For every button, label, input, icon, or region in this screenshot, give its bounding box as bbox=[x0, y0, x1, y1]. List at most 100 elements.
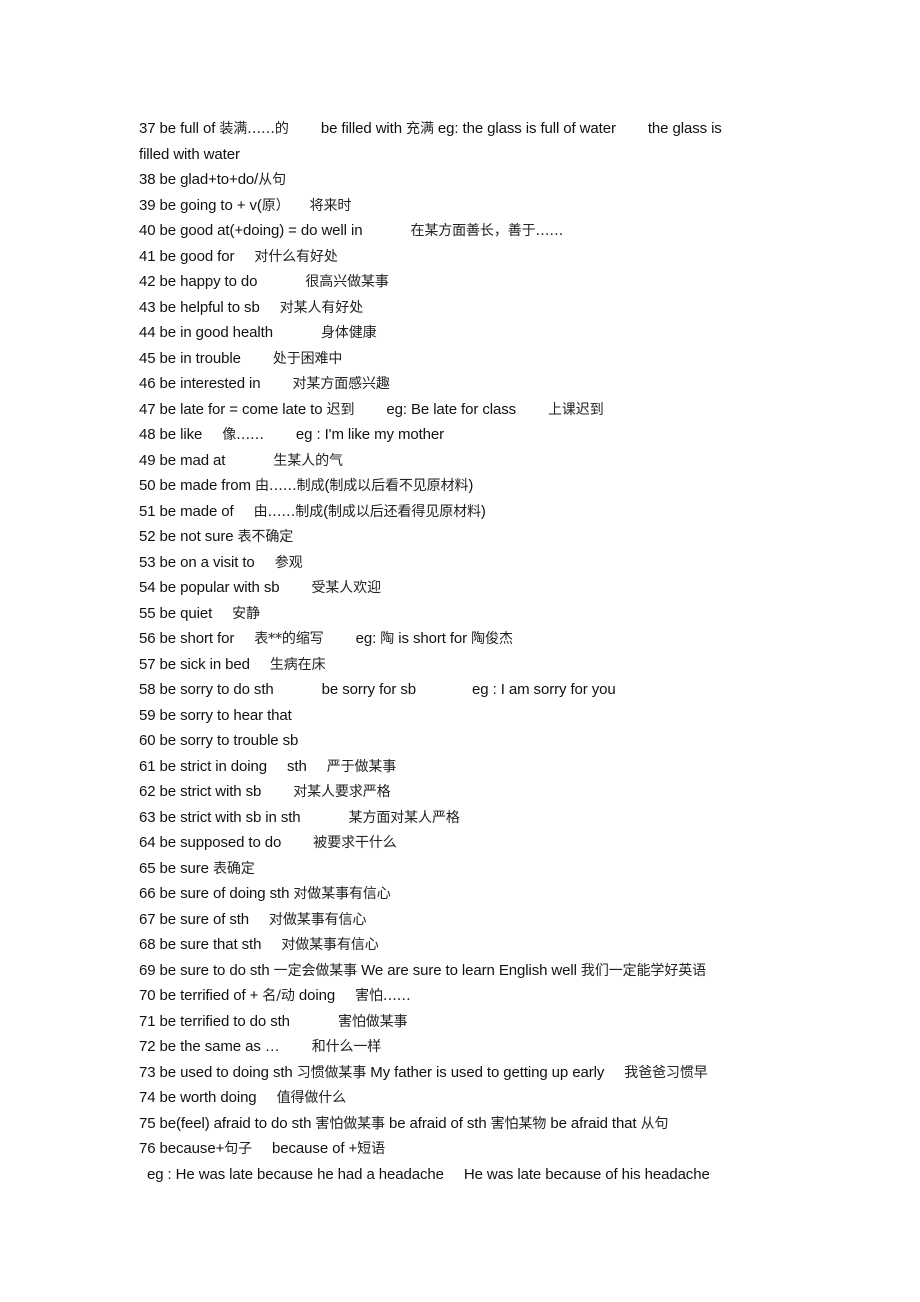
phrase-text: 38 be glad+to+do/ bbox=[139, 171, 259, 188]
phrase-meaning: 在某方面善长，善于…… bbox=[410, 223, 564, 239]
phrase-text: 61 be strict in doing bbox=[139, 757, 267, 775]
example-text: eg : I'm like my mother bbox=[295, 426, 445, 443]
phrase-meaning: 某方面对某人严格 bbox=[348, 809, 460, 826]
phrase-text: 42 be happy to do bbox=[139, 273, 258, 290]
example-text: eg : He was late because he had a headac… bbox=[147, 1165, 444, 1183]
phrase-meaning: 一定会做某事 bbox=[273, 962, 358, 979]
phrase-text: 39 be going to + v( bbox=[139, 196, 262, 214]
phrase-entry-68: 68 be sure that sth 对做某事有信心 bbox=[139, 932, 799, 958]
example-line: eg : He was late because he had a headac… bbox=[139, 1162, 799, 1188]
phrase-text: 73 be used to doing sth bbox=[139, 1063, 297, 1081]
phrase-meaning: 安静 bbox=[232, 605, 260, 622]
phrase-entry-71: 71 be terrified to do sth 害怕做某事 bbox=[139, 1009, 799, 1035]
phrase-entry-50: 50 be made from 由……制成(制成以后看不见原材料) bbox=[139, 473, 799, 499]
phrase-meaning: 害怕…… bbox=[355, 988, 411, 1004]
phrase-meaning: 参观 bbox=[274, 554, 303, 571]
phrase-meaning: 表不确定 bbox=[237, 529, 294, 545]
example-text: eg: the glass is full of water bbox=[433, 120, 616, 137]
phrase-entry-70: 70 be terrified of + 名/动 doing 害怕…… bbox=[139, 983, 799, 1009]
example-text: the glass is bbox=[647, 120, 722, 137]
phrase-meaning: 表**的缩写 bbox=[254, 631, 324, 647]
phrase-text: 53 be on a visit to bbox=[139, 553, 255, 571]
phrase-meaning: 原） bbox=[261, 197, 290, 214]
phrase-entry-37-continuation: filled with water bbox=[139, 142, 799, 168]
phrase-entry-48: 48 be like 像…… eg : I'm like my mother bbox=[139, 422, 799, 448]
document-page: 37 be full of 装满……的 be filled with 充满 eg:… bbox=[139, 116, 799, 1187]
phrase-meaning: 值得做什么 bbox=[276, 1090, 347, 1106]
phrase-meaning: 从句 bbox=[258, 172, 287, 188]
phrase-entry-73: 73 be used to doing sth 习惯做某事 My father … bbox=[139, 1060, 799, 1086]
phrase-meaning: 表确定 bbox=[212, 860, 255, 877]
phrase-meaning: 身体健康 bbox=[320, 325, 377, 341]
phrase-meaning: 习惯做某事 bbox=[296, 1064, 367, 1081]
phrase-text: 47 be late for = come late to bbox=[139, 400, 327, 418]
phrase-entry-46: 46 be interested in 对某方面感兴趣 bbox=[139, 371, 799, 397]
phrase-entry-64: 64 be supposed to do 被要求干什么 bbox=[139, 830, 799, 856]
phrase-text: 69 be sure to do sth bbox=[139, 961, 274, 979]
phrase-text: 65 be sure bbox=[139, 859, 213, 877]
phrase-entry-52: 52 be not sure 表不确定 bbox=[139, 524, 799, 550]
phrase-text: 37 be full of bbox=[139, 120, 220, 137]
phrase-text: 54 be popular with sb bbox=[139, 579, 280, 596]
example-text: 陶俊杰 bbox=[471, 631, 513, 647]
phrase-note: 名/动 bbox=[262, 988, 295, 1004]
phrase-text: be filled with bbox=[320, 120, 407, 137]
phrase-meaning: 害怕某物 bbox=[490, 1115, 547, 1132]
phrase-text: 55 be quiet bbox=[139, 604, 213, 622]
phrase-meaning: 对某人要求严格 bbox=[293, 784, 391, 800]
phrase-text: 41 be good for bbox=[139, 247, 235, 265]
phrase-meaning: 对做某事有信心 bbox=[281, 937, 379, 953]
phrase-text: sth bbox=[286, 757, 307, 775]
example-text: eg : I am sorry for you bbox=[472, 681, 616, 698]
phrase-entry-44: 44 be in good health 身体健康 bbox=[139, 320, 799, 346]
phrase-entry-65: 65 be sure 表确定 bbox=[139, 856, 799, 882]
phrase-meaning: 对做某事有信心 bbox=[293, 886, 391, 902]
phrase-text: 45 be in trouble bbox=[139, 349, 241, 367]
phrase-meaning: 生病在床 bbox=[269, 656, 326, 673]
phrase-entry-54: 54 be popular with sb 受某人欢迎 bbox=[139, 575, 799, 601]
example-text: eg: bbox=[355, 630, 381, 647]
phrase-entry-63: 63 be strict with sb in sth 某方面对某人严格 bbox=[139, 805, 799, 831]
phrase-note: 制成以后看不见原材料 bbox=[329, 478, 469, 494]
phrase-entry-49: 49 be mad at 生某人的气 bbox=[139, 448, 799, 474]
phrase-entry-43: 43 be helpful to sb 对某人有好处 bbox=[139, 295, 799, 321]
phrase-meaning: 将来时 bbox=[309, 197, 352, 214]
phrase-entry-51: 51 be made of 由……制成(制成以后还看得见原材料) bbox=[139, 499, 799, 525]
phrase-text: 74 be worth doing bbox=[139, 1089, 257, 1106]
example-text: is short for bbox=[394, 630, 472, 647]
phrase-text: 63 be strict with sb in sth bbox=[139, 808, 301, 826]
phrase-text: 57 be sick in bed bbox=[139, 655, 250, 673]
paren-close: ) bbox=[468, 477, 474, 494]
phrase-entry-59: 59 be sorry to hear that bbox=[139, 703, 799, 729]
paren-close: ) bbox=[480, 502, 486, 520]
phrase-text: be afraid of sth bbox=[384, 1114, 491, 1132]
phrase-entry-57: 57 be sick in bed 生病在床 bbox=[139, 652, 799, 678]
phrase-meaning: 对某人有好处 bbox=[279, 299, 364, 316]
phrase-text: 56 be short for bbox=[139, 630, 235, 647]
phrase-meaning: 装满……的 bbox=[219, 121, 289, 137]
phrase-meaning: 对什么有好处 bbox=[254, 248, 338, 265]
phrase-meaning: 短语 bbox=[357, 1141, 385, 1157]
phrase-meaning: 被要求干什么 bbox=[313, 835, 397, 851]
phrase-entry-60: 60 be sorry to trouble sb bbox=[139, 728, 799, 754]
phrase-entry-38: 38 be glad+to+do/从句 bbox=[139, 167, 799, 193]
phrase-meaning: 由……制成 bbox=[254, 478, 325, 494]
example-text: He was late because of his headache bbox=[463, 1165, 710, 1183]
phrase-entry-66: 66 be sure of doing sth 对做某事有信心 bbox=[139, 881, 799, 907]
phrase-entry-55: 55 be quiet 安静 bbox=[139, 601, 799, 627]
phrase-entry-41: 41 be good for 对什么有好处 bbox=[139, 244, 799, 270]
phrase-meaning: 受某人欢迎 bbox=[311, 580, 382, 596]
phrase-text: 51 be made of bbox=[139, 502, 234, 520]
example-text: 陶 bbox=[380, 631, 395, 647]
phrase-entry-76: 76 because+句子 because of +短语 bbox=[139, 1136, 799, 1162]
phrase-entry-75: 75 be(feel) afraid to do sth 害怕做某事 be af… bbox=[139, 1111, 799, 1137]
phrase-text: 43 be helpful to sb bbox=[139, 298, 260, 316]
phrase-text: 66 be sure of doing sth bbox=[139, 885, 294, 902]
phrase-text: be sorry for sb bbox=[321, 681, 417, 698]
phrase-meaning: 害怕做某事 bbox=[337, 1013, 408, 1030]
phrase-text: 58 be sorry to do sth bbox=[139, 681, 274, 698]
example-meaning: 我爸爸习惯早 bbox=[624, 1064, 708, 1081]
phrase-text: 40 be good at(+doing) = do well in bbox=[139, 222, 363, 239]
phrase-text: 64 be supposed to do bbox=[139, 834, 282, 851]
phrase-entry-37: 37 be full of 装满……的 be filled with 充满 eg:… bbox=[139, 116, 799, 142]
